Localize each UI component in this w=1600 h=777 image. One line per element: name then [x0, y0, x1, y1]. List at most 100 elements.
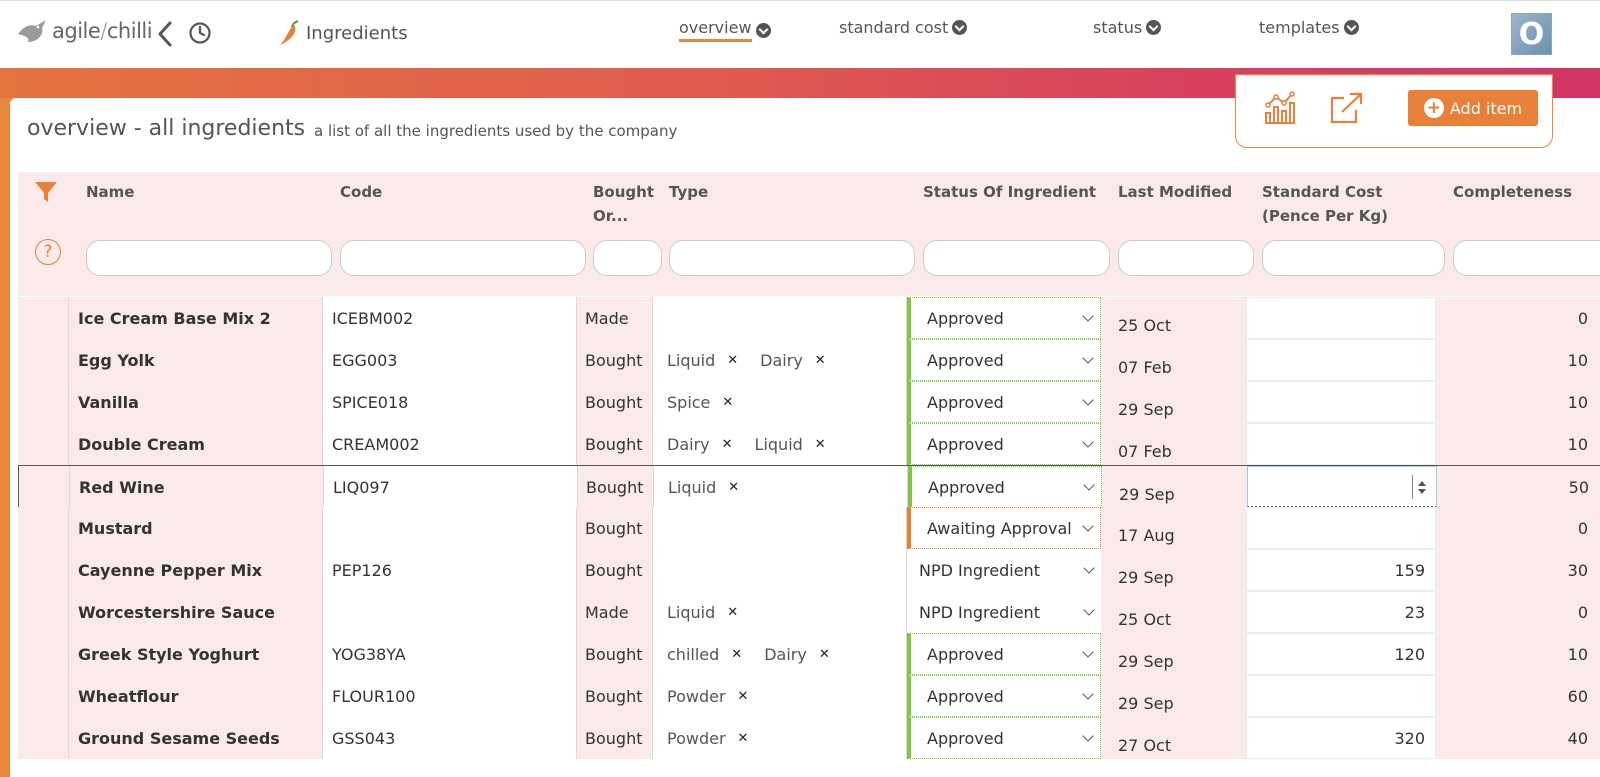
code-cell[interactable]: LIQ097: [324, 466, 578, 508]
name-cell[interactable]: Ice Cream Base Mix 2: [69, 297, 323, 339]
col-header-completeness[interactable]: Completeness: [1453, 180, 1572, 204]
bought-cell[interactable]: Bought: [577, 339, 653, 381]
name-cell[interactable]: Wheatflour: [69, 675, 323, 717]
bought-cell[interactable]: Bought: [577, 675, 653, 717]
cost-input[interactable]: [1247, 466, 1437, 508]
filter-bought-input[interactable]: [593, 240, 662, 276]
status-select[interactable]: Approved: [907, 297, 1101, 339]
name-cell[interactable]: Ground Sesame Seeds: [69, 717, 323, 759]
bought-cell[interactable]: Made: [577, 297, 653, 339]
table-row[interactable]: Mustard Bought Awaiting Approval 17 Aug 0: [18, 507, 1600, 549]
row-select-cell[interactable]: [18, 381, 69, 423]
name-cell[interactable]: Vanilla: [69, 381, 323, 423]
number-stepper-icon[interactable]: [1412, 475, 1430, 499]
code-cell[interactable]: CREAM002: [323, 423, 577, 465]
table-row[interactable]: Ground Sesame Seeds GSS043 Bought Powder ✕ Ap…: [18, 717, 1600, 759]
table-row[interactable]: Ice Cream Base Mix 2 ICEBM002 Made Approved…: [18, 297, 1600, 339]
cost-input[interactable]: [1246, 297, 1436, 339]
code-cell[interactable]: EGG003: [323, 339, 577, 381]
bought-cell[interactable]: Made: [577, 591, 653, 633]
status-select[interactable]: Approved: [907, 381, 1101, 423]
row-select-cell[interactable]: [18, 675, 69, 717]
col-header-modified[interactable]: Last Modified: [1118, 180, 1232, 204]
cost-input[interactable]: 23: [1246, 591, 1436, 633]
row-select-cell[interactable]: [18, 507, 69, 549]
status-select[interactable]: NPD Ingredient: [907, 549, 1101, 591]
col-header-bought[interactable]: Bought Or...: [593, 180, 657, 228]
nav-standard-cost[interactable]: standard cost: [839, 18, 968, 37]
remove-tag-icon[interactable]: ✕: [819, 647, 830, 662]
bought-cell[interactable]: Bought: [578, 466, 654, 508]
logo[interactable]: agile/chilli: [16, 13, 153, 49]
cost-input[interactable]: [1246, 507, 1436, 549]
remove-tag-icon[interactable]: ✕: [731, 647, 742, 662]
row-select-cell[interactable]: [19, 466, 70, 508]
filter-name-input[interactable]: [86, 240, 332, 276]
name-cell[interactable]: Double Cream: [69, 423, 323, 465]
code-cell[interactable]: FLOUR100: [323, 675, 577, 717]
code-cell[interactable]: PEP126: [323, 549, 577, 591]
status-select[interactable]: Approved: [907, 339, 1101, 381]
bought-cell[interactable]: Bought: [577, 717, 653, 759]
type-cell[interactable]: [653, 549, 907, 591]
remove-tag-icon[interactable]: ✕: [722, 395, 733, 410]
add-item-button[interactable]: + Add item: [1408, 90, 1538, 126]
type-cell[interactable]: chilled ✕ Dairy ✕: [653, 633, 907, 675]
cost-input[interactable]: [1246, 381, 1436, 423]
status-select[interactable]: Approved: [907, 675, 1101, 717]
code-cell[interactable]: GSS043: [323, 717, 577, 759]
table-row[interactable]: Greek Style Yoghurt YOG38YA Bought chilled ✕…: [18, 633, 1600, 675]
table-row[interactable]: Worcestershire Sauce Made Liquid ✕ NPD Ingre…: [18, 591, 1600, 633]
row-select-cell[interactable]: [18, 549, 69, 591]
col-header-code[interactable]: Code: [340, 180, 382, 204]
table-row[interactable]: Double Cream CREAM002 Bought Dairy ✕ Liquid ✕ A…: [18, 423, 1600, 465]
cost-input[interactable]: [1246, 339, 1436, 381]
col-header-status[interactable]: Status Of Ingredient: [923, 180, 1096, 204]
bought-cell[interactable]: Bought: [577, 381, 653, 423]
code-cell[interactable]: [323, 591, 577, 633]
row-select-cell[interactable]: [18, 423, 69, 465]
remove-tag-icon[interactable]: ✕: [738, 689, 749, 704]
table-row[interactable]: Egg Yolk EGG003 Bought Liquid ✕ Dairy ✕ Approve…: [18, 339, 1600, 381]
type-cell[interactable]: Powder ✕: [653, 717, 907, 759]
code-cell[interactable]: SPICE018: [323, 381, 577, 423]
name-cell[interactable]: Greek Style Yoghurt: [69, 633, 323, 675]
status-select[interactable]: NPD Ingredient: [907, 591, 1101, 633]
remove-tag-icon[interactable]: ✕: [727, 605, 738, 620]
type-cell[interactable]: Liquid ✕ Dairy ✕: [653, 339, 907, 381]
col-header-cost[interactable]: Standard Cost (Pence Per Kg): [1262, 180, 1442, 228]
status-select[interactable]: Approved: [907, 423, 1101, 465]
name-cell[interactable]: Egg Yolk: [69, 339, 323, 381]
row-select-cell[interactable]: [18, 633, 69, 675]
filter-type-input[interactable]: [669, 240, 915, 276]
type-cell[interactable]: Liquid ✕: [653, 591, 907, 633]
remove-tag-icon[interactable]: ✕: [815, 437, 826, 452]
name-cell[interactable]: Red Wine: [70, 466, 324, 508]
remove-tag-icon[interactable]: ✕: [738, 731, 749, 746]
history-clock-icon[interactable]: [188, 21, 212, 45]
filter-modified-input[interactable]: [1118, 240, 1254, 276]
back-arrow-icon[interactable]: [154, 19, 176, 49]
filter-icon[interactable]: [34, 180, 58, 204]
status-select[interactable]: Approved: [907, 633, 1101, 675]
row-select-cell[interactable]: [18, 591, 69, 633]
bought-cell[interactable]: Bought: [577, 423, 653, 465]
type-cell[interactable]: [653, 507, 907, 549]
remove-tag-icon[interactable]: ✕: [727, 353, 738, 368]
col-header-name[interactable]: Name: [86, 180, 134, 204]
type-cell[interactable]: Dairy ✕ Liquid ✕: [653, 423, 907, 465]
filter-code-input[interactable]: [340, 240, 586, 276]
type-cell[interactable]: Liquid ✕: [654, 466, 908, 508]
filter-cost-input[interactable]: [1262, 240, 1445, 276]
bought-cell[interactable]: Bought: [577, 507, 653, 549]
help-icon[interactable]: ?: [35, 239, 61, 265]
table-row[interactable]: Wheatflour FLOUR100 Bought Powder ✕ Approved 2…: [18, 675, 1600, 717]
cost-input[interactable]: [1246, 675, 1436, 717]
type-cell[interactable]: [653, 297, 907, 339]
col-header-type[interactable]: Type: [669, 180, 708, 204]
table-row[interactable]: Red Wine LIQ097 Bought Liquid ✕ Approved 29 Se…: [18, 465, 1600, 508]
bought-cell[interactable]: Bought: [577, 549, 653, 591]
status-select[interactable]: Awaiting Approval: [907, 507, 1101, 549]
row-select-cell[interactable]: [18, 717, 69, 759]
nav-overview[interactable]: overview: [679, 18, 771, 42]
